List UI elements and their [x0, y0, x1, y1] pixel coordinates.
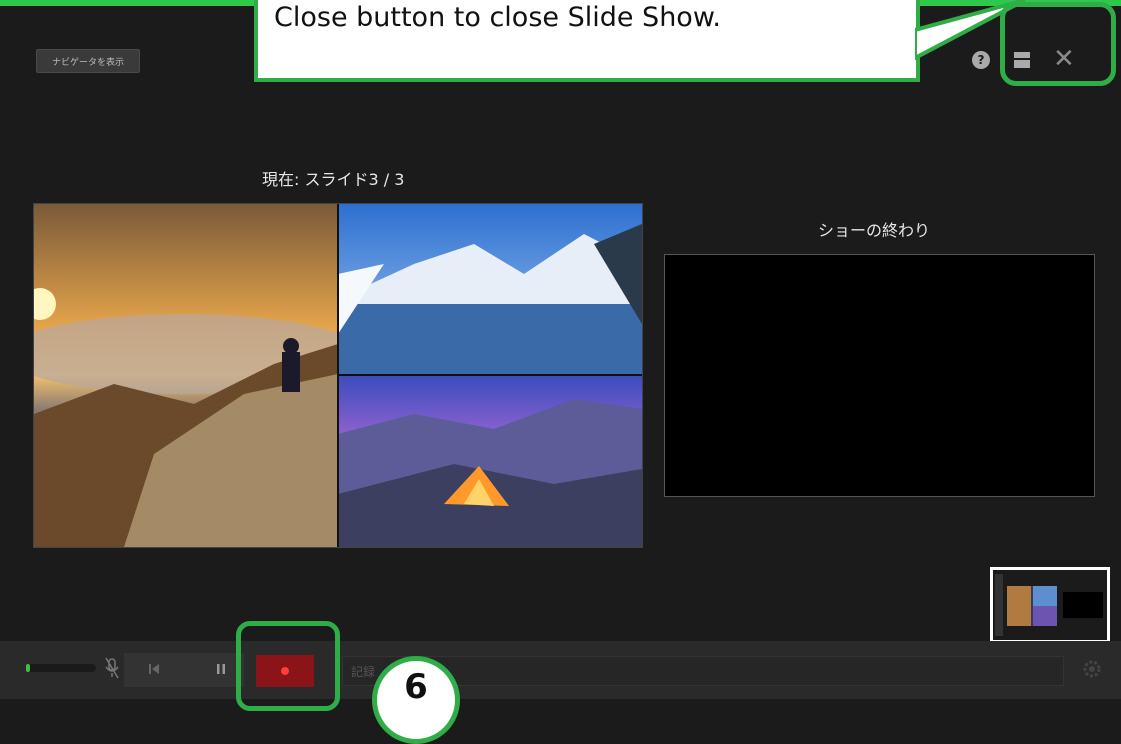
step-number: 6	[404, 667, 428, 707]
mic-off-icon[interactable]	[103, 656, 121, 680]
step-badge: 6	[372, 656, 460, 744]
previous-icon[interactable]	[146, 661, 162, 677]
pause-icon[interactable]	[213, 661, 229, 677]
record-button-highlight	[236, 621, 340, 711]
next-slide-label: ショーの終わり	[818, 221, 931, 240]
slide-photo-collage	[34, 204, 642, 547]
close-button-highlight	[1000, 2, 1116, 86]
settings-icon[interactable]	[1080, 657, 1104, 681]
volume-slider[interactable]	[26, 664, 96, 672]
show-navigator-button[interactable]: ナビゲータを表示	[36, 49, 140, 73]
current-slide-label: 現在: スライド3 / 3	[262, 170, 405, 189]
callout-text: Close button to close Slide Show.	[274, 2, 722, 33]
volume-slider-fill	[26, 664, 30, 672]
presenter-thumbnail[interactable]	[990, 567, 1110, 643]
current-slide-preview	[33, 203, 643, 548]
help-icon[interactable]: ?	[972, 51, 990, 69]
thumbnail-image	[993, 570, 1107, 640]
next-slide-preview	[664, 254, 1095, 497]
